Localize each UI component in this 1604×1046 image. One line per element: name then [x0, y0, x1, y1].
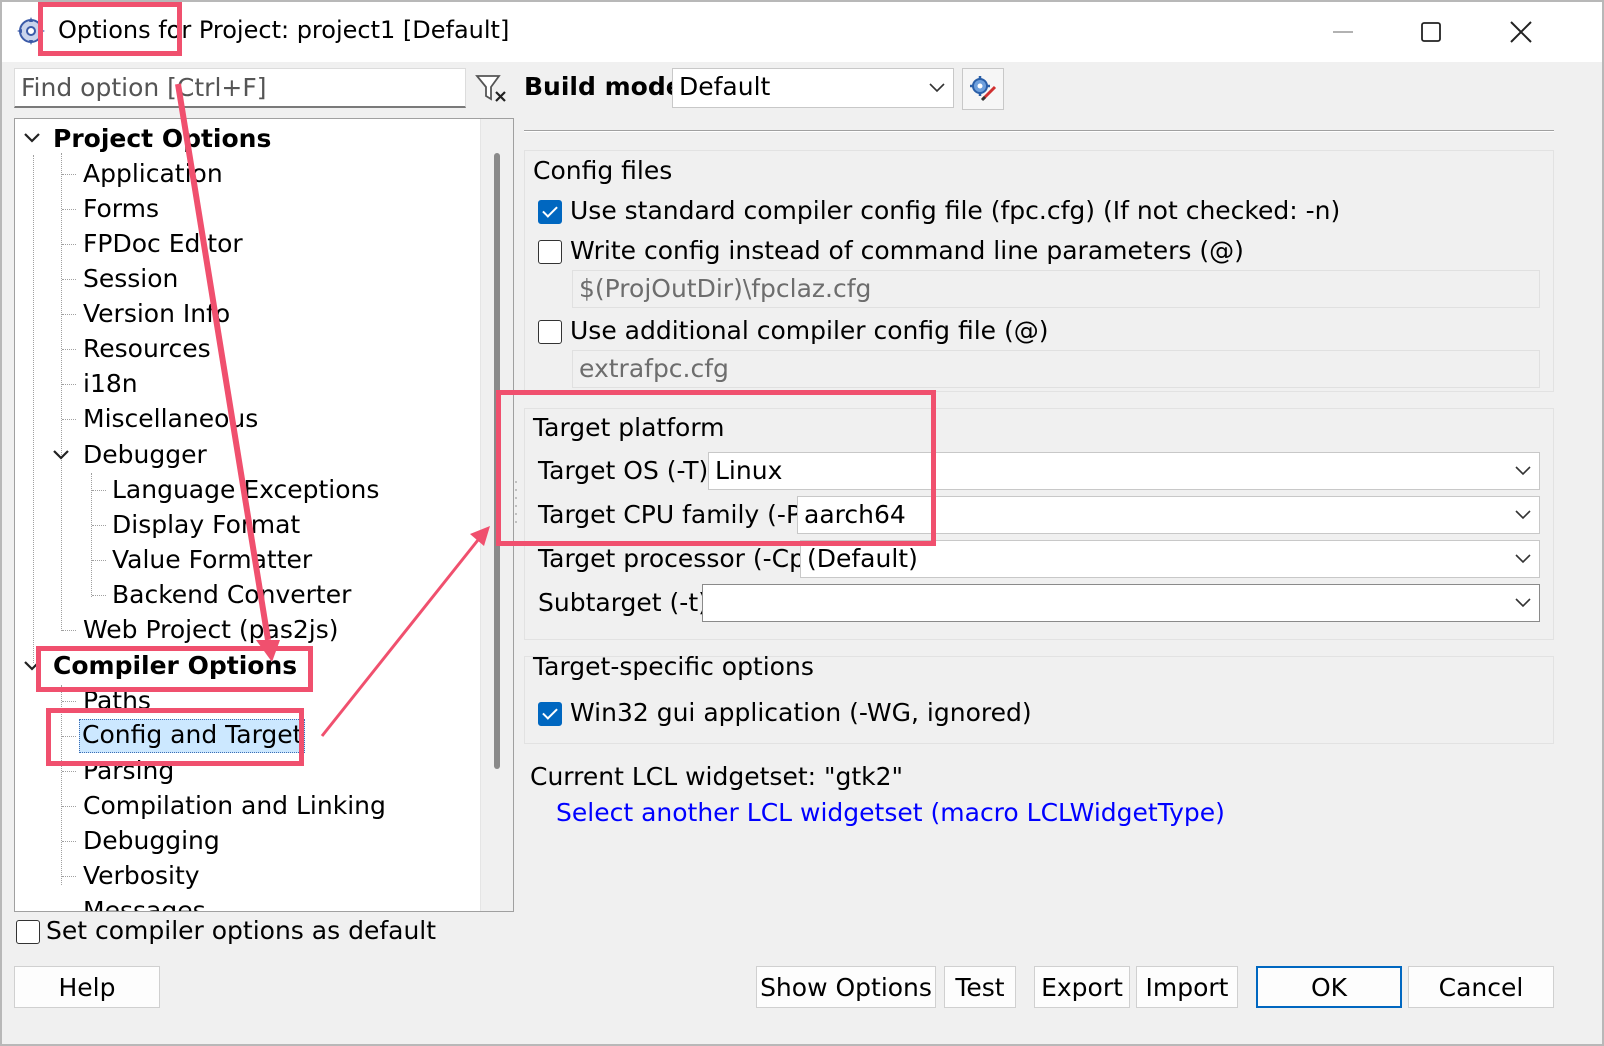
annotation-arrows	[175, 83, 490, 737]
arrowhead-icon	[470, 526, 490, 546]
arrowhead-icon	[256, 640, 280, 662]
annotation-arrow-title-to-compiler	[175, 83, 271, 641]
annotation-arrow-target-to-platform	[320, 539, 480, 737]
